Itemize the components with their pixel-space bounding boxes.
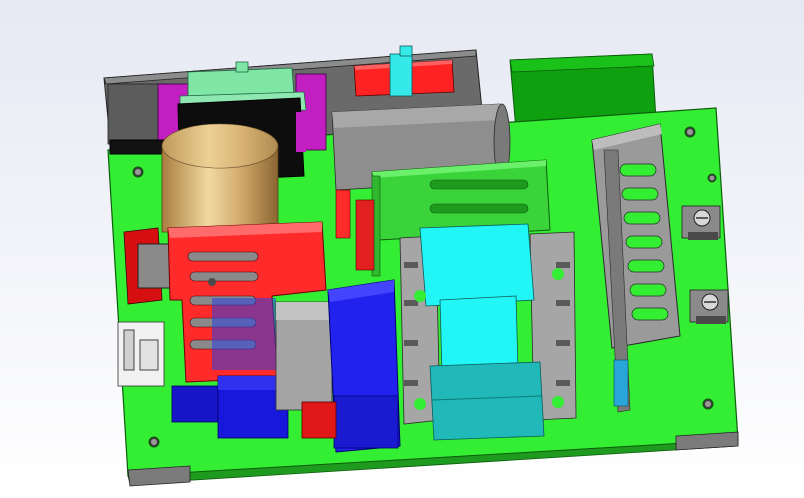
mounting-hole: [148, 436, 160, 448]
mounting-hole: [702, 398, 714, 410]
cad-viewport[interactable]: [0, 0, 804, 498]
white-terminal-connector: [117, 321, 165, 387]
small-red-part: [301, 401, 337, 439]
copper-inductor: [161, 123, 279, 233]
screw-terminal: [689, 289, 729, 324]
blue-film-capacitor: [327, 279, 401, 453]
transformer: [399, 223, 577, 441]
pcb-assembly-model: [103, 45, 739, 487]
mounting-hole: [684, 126, 696, 138]
mounting-hole: [707, 173, 717, 183]
mounting-hole: [132, 166, 144, 178]
screw-terminal: [681, 205, 721, 240]
